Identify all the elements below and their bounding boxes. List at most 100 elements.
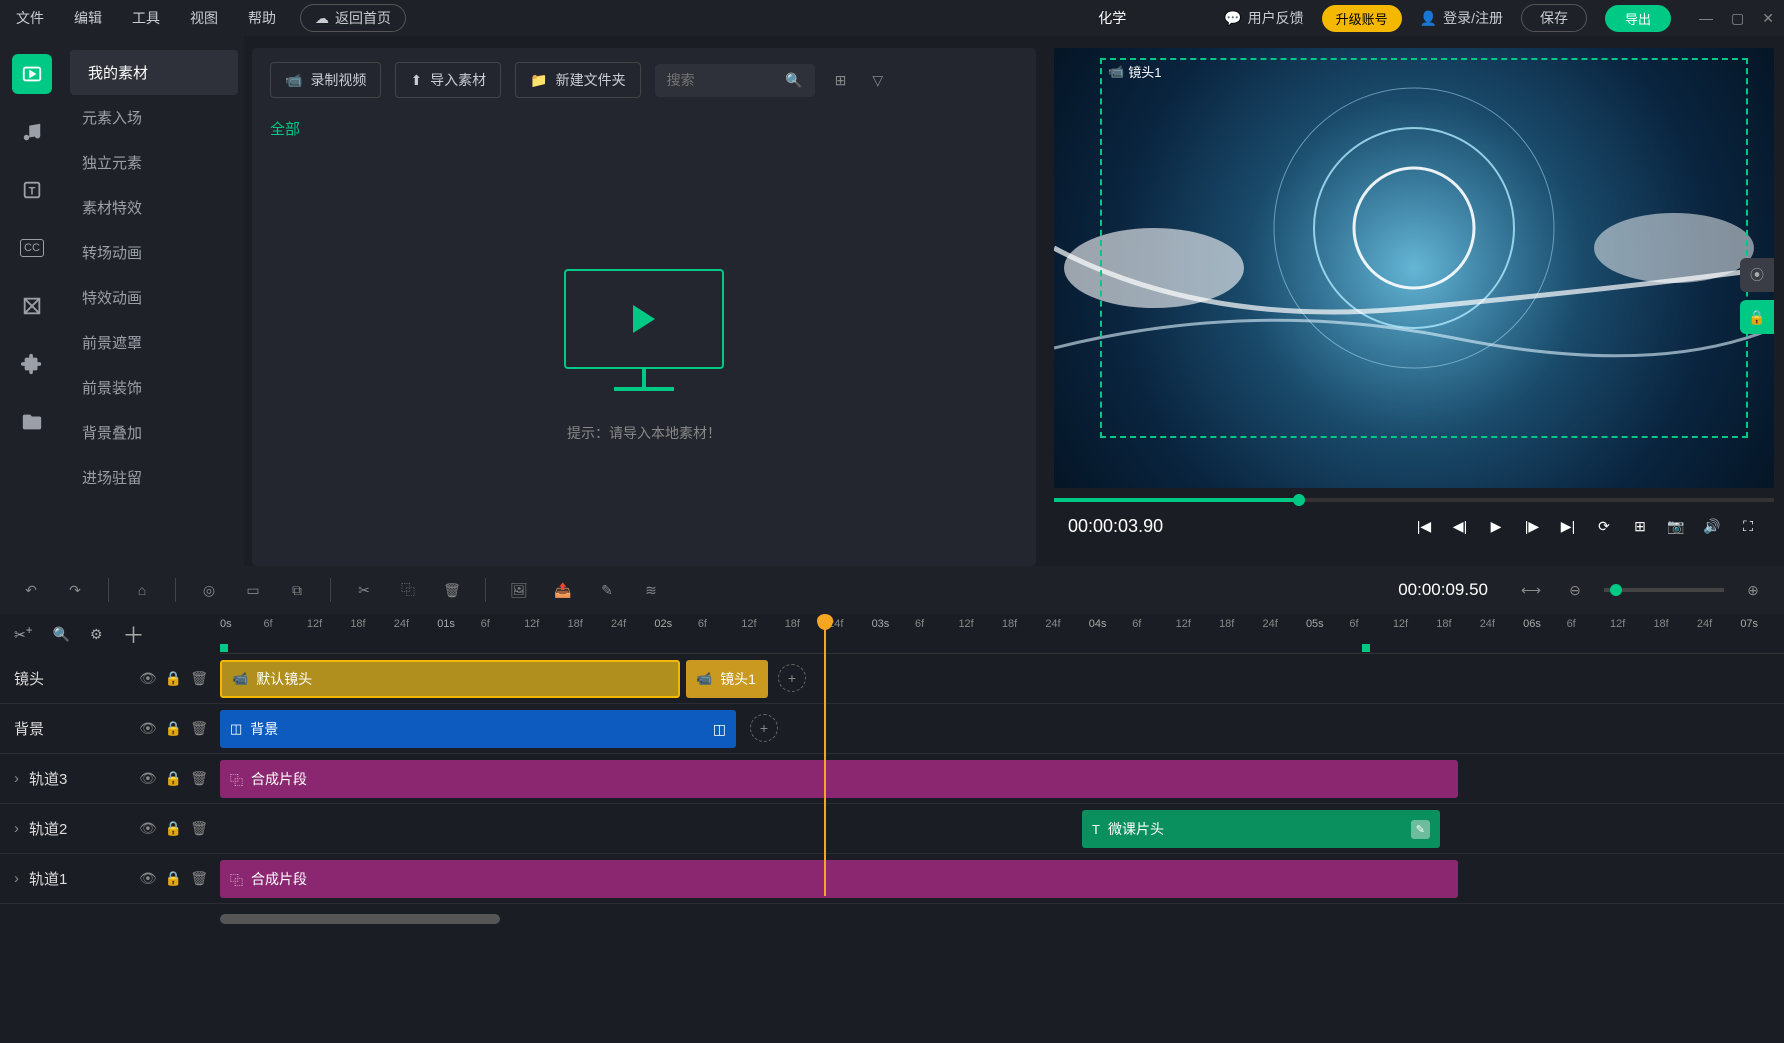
newfolder-button[interactable]: 📁新建文件夹 [515,62,640,98]
zoom-slider[interactable] [1604,588,1724,592]
magnet-icon[interactable]: 🔍 [53,626,70,643]
filter-icon[interactable]: ▽ [866,66,889,95]
eye-icon[interactable]: 👁 [139,770,157,787]
timeline-ruler[interactable]: 0s6f12f18f24f01s6f12f18f24f02s6f12f18f24… [220,614,1784,654]
lock-icon[interactable]: 🔒 [165,670,182,687]
upgrade-button[interactable]: 升级账号 [1322,5,1402,32]
trash-icon[interactable]: 🗑 [190,670,208,687]
loop-button[interactable]: ⟳ [1592,514,1616,538]
sidebar-item-fx-anim[interactable]: 特效动画 [64,275,244,320]
sidebar-item-mask[interactable]: 前景遮罩 [64,320,244,365]
clip-default-shot[interactable]: 📹默认镜头 [220,660,680,698]
trash-icon[interactable]: 🗑 [190,870,208,887]
lock-icon[interactable]: 🔒 [165,720,182,737]
grid-button[interactable]: ⊞ [1628,514,1652,538]
clip-compose-1[interactable]: ⿻合成片段 [220,860,1458,898]
minimize-button[interactable]: — [1699,10,1713,27]
record-button[interactable]: 📹录制视频 [270,62,381,98]
sidebar-item-effect[interactable]: 素材特效 [64,185,244,230]
sidebar-item-stay[interactable]: 进场驻留 [64,455,244,500]
trash-icon[interactable]: 🗑 [190,720,208,737]
clip-title-intro[interactable]: T微课片头✎ [1082,810,1440,848]
sidebar-item-overlay[interactable]: 背景叠加 [64,410,244,455]
eye-icon[interactable]: 👁 [139,720,157,737]
menu-file[interactable]: 文件 [10,4,50,32]
preview-canvas[interactable]: 📹 镜头1 ⦿ 🔒 [1054,48,1774,488]
expand-icon[interactable]: › [14,820,19,837]
copy-button[interactable]: ⿻ [393,575,423,605]
edit-button[interactable]: ✎ [592,575,622,605]
mirror-icon[interactable]: ⧉ [282,575,312,605]
folder-icon[interactable] [12,402,52,442]
eye-icon[interactable]: 👁 [139,670,157,687]
sidebar-item-transition[interactable]: 转场动画 [64,230,244,275]
trash-icon[interactable]: 🗑 [190,770,208,787]
all-tab[interactable]: 全部 [252,112,1036,145]
fullscreen-button[interactable]: ⛶ [1736,514,1760,538]
eyedropper-icon[interactable]: ✎ [1411,820,1430,839]
grid-view-icon[interactable]: ⊞ [829,66,853,95]
sidebar-item-entrance[interactable]: 元素入场 [64,95,244,140]
delete-button[interactable]: 🗑 [437,575,467,605]
save-button[interactable]: 保存 [1521,4,1587,32]
volume-button[interactable]: 🔊 [1700,514,1724,538]
anchor-button[interactable]: ⌂ [127,575,157,605]
lock-icon[interactable]: 🔒 [165,770,182,787]
prev-frame-button[interactable]: |◀ [1412,514,1436,538]
export-clip-button[interactable]: 📤 [548,575,578,605]
play-button[interactable]: ▶ [1484,514,1508,538]
image-button[interactable]: 🖼 [504,575,534,605]
razor-icon[interactable]: ✂+ [14,624,33,644]
step-fwd-button[interactable]: |▶ [1520,514,1544,538]
feedback-button[interactable]: 💬 用户反馈 [1224,8,1303,28]
layers-button[interactable]: ≋ [636,575,666,605]
clip-background[interactable]: ◫背景◫ [220,710,736,748]
export-button[interactable]: 导出 [1605,5,1671,32]
close-button[interactable]: ✕ [1762,10,1774,27]
import-button[interactable]: ⬆导入素材 [395,62,501,98]
sidebar-item-mymedia[interactable]: 我的素材 [70,50,238,95]
ratio-icon[interactable]: ▭ [238,575,268,605]
safe-area-button[interactable]: ⦿ [1740,258,1774,292]
expand-icon[interactable]: › [14,770,19,787]
playhead[interactable] [824,616,826,896]
zoom-in-button[interactable]: ⊕ [1738,575,1768,605]
add-clip-button[interactable]: + [750,714,778,742]
eye-icon[interactable]: 👁 [139,820,157,837]
fit-button[interactable]: ⟷ [1516,575,1546,605]
step-back-button[interactable]: ◀| [1448,514,1472,538]
search-input[interactable] [667,72,777,88]
sidebar-item-decor[interactable]: 前景装饰 [64,365,244,410]
text-icon[interactable]: T [12,170,52,210]
clip-shot1[interactable]: 📹镜头1 [686,660,768,698]
next-frame-button[interactable]: ▶| [1556,514,1580,538]
add-clip-button[interactable]: + [778,664,806,692]
menu-edit[interactable]: 编辑 [68,4,108,32]
timeline-scrollbar[interactable] [0,912,1784,926]
expand-icon[interactable]: › [14,870,19,887]
crop-button[interactable]: ✂ [349,575,379,605]
preview-progress[interactable] [1054,498,1774,502]
settings-icon[interactable]: ⚙ [90,626,103,643]
menu-help[interactable]: 帮助 [242,4,282,32]
lock-button[interactable]: 🔒 [1740,300,1774,334]
menu-view[interactable]: 视图 [184,4,224,32]
search-box[interactable]: 🔍 [655,64,815,97]
sidebar-item-element[interactable]: 独立元素 [64,140,244,185]
media-icon[interactable] [12,54,52,94]
subtitle-icon[interactable]: CC [12,228,52,268]
trash-icon[interactable]: 🗑 [190,820,208,837]
clip-compose-3[interactable]: ⿻合成片段 [220,760,1458,798]
undo-button[interactable]: ↶ [16,575,46,605]
lock-icon[interactable]: 🔒 [165,820,182,837]
redo-button[interactable]: ↷ [60,575,90,605]
lock-icon[interactable]: 🔒 [165,870,182,887]
add-track-button[interactable]: ＋ [123,618,145,650]
music-icon[interactable] [12,112,52,152]
login-button[interactable]: 👤 登录/注册 [1420,8,1503,28]
plugin-icon[interactable] [12,344,52,384]
pattern-icon[interactable] [12,286,52,326]
menu-tool[interactable]: 工具 [126,4,166,32]
home-button[interactable]: ☁ 返回首页 [300,4,406,32]
maximize-button[interactable]: ▢ [1731,10,1744,27]
